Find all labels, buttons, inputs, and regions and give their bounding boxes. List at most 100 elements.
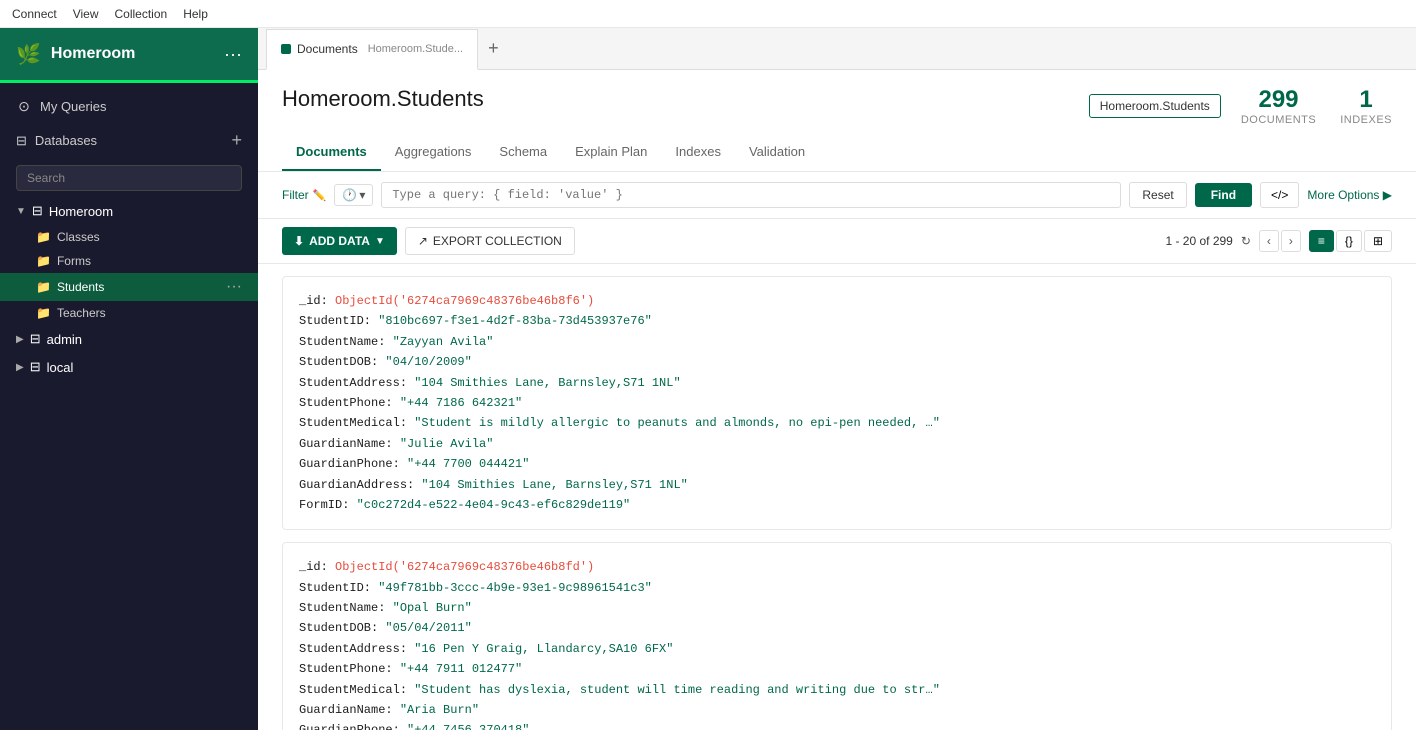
collection-more-icon[interactable]: ··· [226,278,242,296]
doc-field: GuardianPhone: "+44 7700 044421" [299,454,1375,474]
db-admin-label: admin [47,332,82,347]
query-bar: Filter ✏️ 🕐 ▾ Reset Find </> More Option… [258,172,1416,219]
sidebar-item-my-queries[interactable]: ⊙ My Queries [0,91,258,122]
tab-validation[interactable]: Validation [735,134,819,171]
databases-icon: ⊟ [16,133,27,149]
db-homeroom-label: Homeroom [49,204,113,219]
page-buttons: ‹ › [1259,230,1301,252]
export-button[interactable]: ↗ EXPORT COLLECTION [405,227,575,255]
db-admin-cylinder-icon: ⊟ [30,331,41,347]
tab-documents-sub[interactable]: Documents [282,134,381,171]
document-card: _id: ObjectId('6274ca7969c48376be46b8fd'… [282,542,1392,730]
databases-label: Databases [35,133,97,148]
main-content: Documents Homeroom.Stude... + Homeroom.S… [258,28,1416,730]
query-history-button[interactable]: 🕐 ▾ [334,184,373,206]
content-header: Homeroom.Students Homeroom.Students 299 … [258,70,1416,126]
sidebar-logo: 🌿 Homeroom [16,42,135,67]
query-input[interactable] [381,182,1121,208]
db-cylinder-icon: ⊟ [32,203,43,219]
json-view-button[interactable]: {} [1336,230,1362,252]
add-database-button[interactable]: + [231,130,242,151]
doc-field: StudentAddress: "104 Smithies Lane, Barn… [299,373,1375,393]
tab-icon [281,44,291,54]
db-admin-toggle[interactable]: ▶ ⊟ admin [0,325,258,353]
doc-field: GuardianName: "Julie Avila" [299,434,1375,454]
table-view-button[interactable]: ⊞ [1364,230,1392,252]
stat-documents: 299 DOCUMENTS [1241,86,1316,126]
collection-teachers-label: Teachers [57,306,106,320]
chevron-down-icon: ▼ [16,206,26,217]
collection-students-label: Students [57,280,104,294]
doc-field: StudentPhone: "+44 7186 642321" [299,393,1375,413]
doc-field: _id: ObjectId('6274ca7969c48376be46b8fd'… [299,557,1375,577]
sidebar: 🌿 Homeroom ··· ⊙ My Queries ⊟ Databases … [0,28,258,730]
tab-subtitle: Homeroom.Stude... [368,43,463,55]
collection-forms-label: Forms [57,254,91,268]
filter-label: Filter [282,188,309,202]
reset-button[interactable]: Reset [1129,182,1186,208]
dropdown-arrow-icon: ▼ [375,236,385,247]
collection-classes-label: Classes [57,230,100,244]
chevron-right-icon: ▶ [16,362,24,373]
collection-students[interactable]: 📁 Students ··· [0,273,258,301]
refresh-button[interactable]: ↻ [1241,234,1251,248]
tab-indexes[interactable]: Indexes [661,134,735,171]
prev-page-button[interactable]: ‹ [1259,230,1279,252]
filter-button[interactable]: Filter ✏️ [282,188,326,202]
db-admin: ▶ ⊟ admin [0,325,258,353]
toolbar-right: 1 - 20 of 299 ↻ ‹ › ≡ {} ⊞ [1165,230,1392,252]
doc-field: StudentMedical: "Student has dyslexia, s… [299,680,1375,700]
folder-icon: 📁 [36,306,51,320]
documents-area: _id: ObjectId('6274ca7969c48376be46b8f6'… [258,264,1416,730]
list-view-button[interactable]: ≡ [1309,230,1334,252]
collection-teachers[interactable]: 📁 Teachers [0,301,258,325]
doc-field: _id: ObjectId('6274ca7969c48376be46b8f6'… [299,291,1375,311]
menu-connect[interactable]: Connect [12,7,57,21]
doc-field: StudentName: "Opal Burn" [299,598,1375,618]
tab-aggregations[interactable]: Aggregations [381,134,486,171]
next-page-button[interactable]: › [1281,230,1301,252]
menu-bar: Connect View Collection Help [0,0,1416,28]
doc-field: StudentID: "810bc697-f3e1-4d2f-83ba-73d4… [299,311,1375,331]
doc-field: StudentID: "49f781bb-3ccc-4b9e-93e1-9c98… [299,578,1375,598]
folder-icon: 📁 [36,254,51,268]
search-input[interactable] [16,165,242,191]
folder-icon: 📁 [36,230,51,244]
folder-icon: 📁 [36,280,51,294]
export-label: EXPORT COLLECTION [433,234,562,248]
collection-classes[interactable]: 📁 Classes [0,225,258,249]
db-local-label: local [47,360,74,375]
documents-label: DOCUMENTS [1241,114,1316,126]
clock-icon: 🕐 [342,188,357,202]
db-local-toggle[interactable]: ▶ ⊟ local [0,353,258,381]
menu-help[interactable]: Help [183,7,208,21]
sidebar-item-databases[interactable]: ⊟ Databases + [0,122,258,159]
tab-schema[interactable]: Schema [485,134,561,171]
menu-view[interactable]: View [73,7,99,21]
leaf-icon: 🌿 [16,42,41,67]
doc-field: GuardianName: "Aria Burn" [299,700,1375,720]
db-local-cylinder-icon: ⊟ [30,359,41,375]
tab-bar: Documents Homeroom.Stude... + [258,28,1416,70]
tab-documents[interactable]: Documents Homeroom.Stude... [266,29,478,70]
find-button[interactable]: Find [1195,183,1252,207]
view-buttons: ≡ {} ⊞ [1309,230,1392,252]
add-data-label: ADD DATA [309,234,370,248]
sidebar-menu-button[interactable]: ··· [224,44,242,65]
db-homeroom-toggle[interactable]: ▼ ⊟ Homeroom [0,197,258,225]
tab-add-button[interactable]: + [478,38,509,59]
indexes-label: INDEXES [1340,114,1392,126]
doc-field: StudentPhone: "+44 7911 012477" [299,659,1375,679]
tab-explain-plan[interactable]: Explain Plan [561,134,661,171]
collection-search-box[interactable]: Homeroom.Students [1089,94,1221,118]
db-local: ▶ ⊟ local [0,353,258,381]
add-data-button[interactable]: ⬇ ADD DATA ▼ [282,227,397,255]
code-button[interactable]: </> [1260,182,1299,208]
db-homeroom: ▼ ⊟ Homeroom 📁 Classes 📁 Forms 📁 Student… [0,197,258,325]
more-options-button[interactable]: More Options ▶ [1307,188,1392,202]
sidebar-search-section [0,159,258,197]
sidebar-item-label: My Queries [40,99,242,114]
collection-forms[interactable]: 📁 Forms [0,249,258,273]
menu-collection[interactable]: Collection [115,7,168,21]
doc-field: StudentDOB: "05/04/2011" [299,618,1375,638]
